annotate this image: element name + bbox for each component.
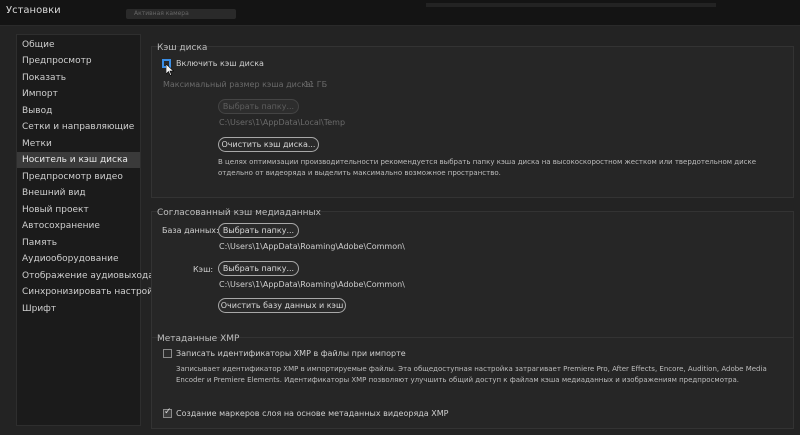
xmp-markers-checkbox[interactable] bbox=[163, 407, 172, 418]
disk-cache-path: C:\Users\1\AppData\Local\Temp bbox=[219, 118, 346, 127]
sidebar-item-audio-hardware[interactable]: Аудиооборудование bbox=[17, 251, 140, 267]
sidebar-item-font[interactable]: Шрифт bbox=[17, 301, 140, 317]
sidebar-item-preview[interactable]: Предпросмотр bbox=[17, 53, 140, 69]
max-cache-size-value: 11 ГБ bbox=[304, 80, 328, 89]
disk-cache-note: В целях оптимизации производительности р… bbox=[218, 158, 757, 177]
title-bar: Установки Активная камера bbox=[0, 0, 800, 26]
cache-path: C:\Users\1\AppData\Roaming\Adobe\Common\ bbox=[219, 280, 405, 289]
xmp-markers-label: Создание маркеров слоя на основе метадан… bbox=[176, 409, 449, 418]
sidebar-item-audio-output-mapping[interactable]: Отображение аудиовыхода bbox=[17, 268, 154, 284]
clean-database-cache-button[interactable]: Очистить базу данных и кэш bbox=[218, 298, 346, 313]
background-tab-label: Активная камера bbox=[134, 10, 189, 17]
media-cache-title: Согласованный кэш медиаданных bbox=[157, 208, 321, 218]
sidebar-item-appearance[interactable]: Внешний вид bbox=[17, 185, 140, 201]
database-label: База данных: bbox=[162, 226, 219, 235]
clear-disk-cache-button[interactable]: Очистить кэш диска... bbox=[218, 137, 319, 152]
window-title: Установки bbox=[6, 5, 61, 16]
sidebar-item-media-disk-cache[interactable]: Носитель и кэш диска bbox=[17, 152, 140, 168]
preferences-sidebar: Общие Предпросмотр Показать Импорт Вывод… bbox=[16, 34, 164, 426]
disk-cache-title: Кэш диска bbox=[157, 43, 208, 53]
xmp-title: Метаданные XMP bbox=[157, 334, 240, 344]
sidebar-item-sync-settings[interactable]: Синхронизировать настройки bbox=[17, 284, 164, 300]
write-xmp-ids-note: Записывает идентификатор XMP в импортиру… bbox=[176, 365, 767, 384]
database-path: C:\Users\1\AppData\Roaming\Adobe\Common\ bbox=[219, 242, 405, 251]
cache-choose-folder-button[interactable]: Выбрать папку... bbox=[218, 261, 299, 276]
background-toolbar bbox=[426, 3, 716, 7]
sidebar-item-import[interactable]: Импорт bbox=[17, 86, 140, 102]
sidebar-item-display[interactable]: Показать bbox=[17, 70, 140, 86]
cache-label: Кэш: bbox=[193, 265, 214, 274]
sidebar-item-new-project[interactable]: Новый проект bbox=[17, 202, 140, 218]
write-xmp-ids-checkbox[interactable] bbox=[163, 349, 172, 358]
sidebar-item-grids-guides[interactable]: Сетки и направляющие bbox=[17, 119, 140, 135]
enable-disk-cache-label: Включить кэш диска bbox=[176, 59, 264, 68]
sidebar-item-general[interactable]: Общие bbox=[17, 37, 140, 53]
sidebar-item-video-preview[interactable]: Предпросмотр видео bbox=[17, 169, 140, 185]
mouse-pointer-icon bbox=[166, 64, 174, 76]
disk-cache-choose-folder-button[interactable]: Выбрать папку... bbox=[218, 99, 299, 114]
sidebar-item-autosave[interactable]: Автосохранение bbox=[17, 218, 140, 234]
database-choose-folder-button[interactable]: Выбрать папку... bbox=[218, 223, 299, 238]
sidebar-item-labels[interactable]: Метки bbox=[17, 136, 140, 152]
sidebar-item-memory[interactable]: Память bbox=[17, 235, 140, 251]
max-cache-size-label: Максимальный размер кэша диска: bbox=[163, 80, 314, 89]
write-xmp-ids-label: Записать идентификаторы XMP в файлы при … bbox=[176, 349, 406, 358]
sidebar-item-output[interactable]: Вывод bbox=[17, 103, 140, 119]
preferences-window: Общие Предпросмотр Показать Импорт Вывод… bbox=[0, 26, 800, 435]
